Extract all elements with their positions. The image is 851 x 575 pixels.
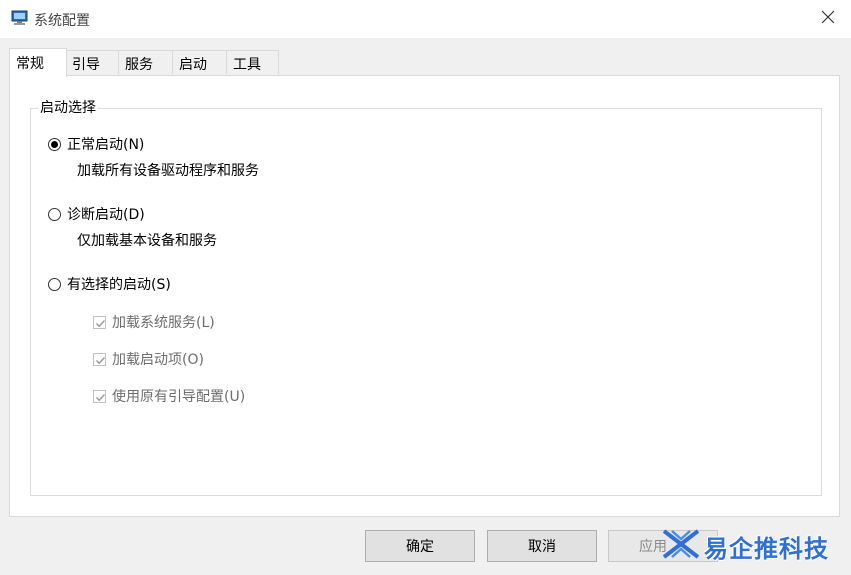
- watermark-text: 易企推科技: [704, 534, 829, 563]
- radio-diagnostic-startup[interactable]: 诊断启动(D): [48, 204, 145, 224]
- radio-selective-startup[interactable]: 有选择的启动(S): [48, 274, 171, 294]
- close-icon: [821, 10, 835, 28]
- ok-button[interactable]: 确定: [365, 530, 475, 562]
- checkbox-label: 加载系统服务(L): [112, 315, 215, 331]
- checkbox-use-original-boot-config[interactable]: 使用原有引导配置(U): [93, 386, 245, 406]
- checkmark-icon: [96, 393, 106, 401]
- radio-label: 有选择的启动(S): [67, 277, 171, 293]
- group-legend: 启动选择: [38, 100, 98, 116]
- startup-selection-group: 启动选择 正常启动(N) 加载所有设备驱动程序和服务 诊断启动(D) 仅加载基本…: [30, 100, 822, 496]
- radio-button[interactable]: [48, 207, 61, 221]
- checkbox-label: 加载启动项(O): [112, 352, 204, 368]
- checkbox-load-startup-items[interactable]: 加载启动项(O): [93, 349, 204, 369]
- radio-button[interactable]: [48, 137, 61, 151]
- tab-general[interactable]: 常规: [9, 48, 67, 77]
- tab-tools[interactable]: 工具: [226, 50, 279, 74]
- tab-panel-general: 启动选择 正常启动(N) 加载所有设备驱动程序和服务 诊断启动(D) 仅加载基本…: [9, 75, 840, 517]
- title-bar: 系统配置: [0, 0, 851, 38]
- checkmark-icon: [96, 319, 106, 327]
- window-title: 系统配置: [34, 13, 90, 29]
- radio-normal-startup[interactable]: 正常启动(N): [48, 134, 144, 154]
- checkbox[interactable]: [93, 315, 106, 329]
- cancel-button[interactable]: 取消: [487, 530, 597, 562]
- tab-services[interactable]: 服务: [118, 50, 173, 74]
- tab-startup[interactable]: 启动: [172, 50, 227, 74]
- tab-boot[interactable]: 引导: [65, 50, 119, 74]
- apply-button[interactable]: 应用: [608, 530, 718, 562]
- checkbox[interactable]: [93, 389, 106, 403]
- normal-startup-description: 加载所有设备驱动程序和服务: [77, 163, 259, 179]
- checkbox-load-system-services[interactable]: 加载系统服务(L): [93, 312, 215, 332]
- radio-label: 诊断启动(D): [67, 207, 145, 223]
- close-button[interactable]: [805, 0, 851, 38]
- checkbox[interactable]: [93, 352, 106, 366]
- checkmark-icon: [96, 356, 106, 364]
- msconfig-app-icon: [11, 10, 29, 26]
- diagnostic-startup-description: 仅加载基本设备和服务: [77, 233, 217, 249]
- radio-button[interactable]: [48, 277, 61, 291]
- checkbox-label: 使用原有引导配置(U): [112, 389, 246, 405]
- radio-label: 正常启动(N): [67, 137, 145, 153]
